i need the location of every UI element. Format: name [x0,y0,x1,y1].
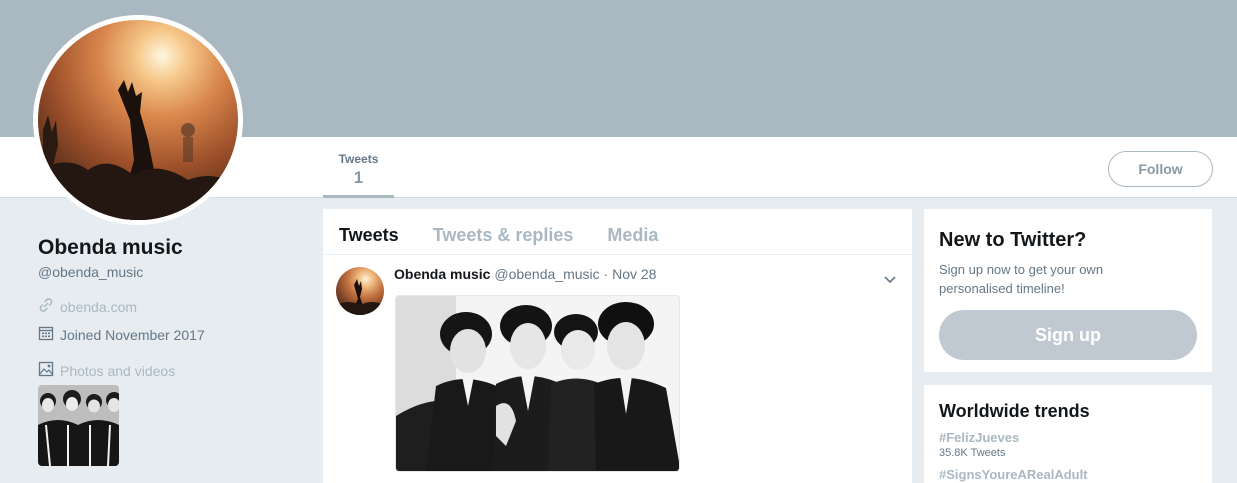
tab-tweets-and-replies[interactable]: Tweets & replies [433,209,574,254]
link-icon [38,297,60,316]
tab-tweets-count[interactable]: Tweets 1 [323,137,394,198]
trends-card: Worldwide trends #FelizJueves 35.8K Twee… [924,385,1212,483]
signup-button[interactable]: Sign up [939,310,1197,360]
chevron-down-icon[interactable] [884,271,896,289]
profile-joined: Joined November 2017 [38,325,205,344]
profile-joined-text: Joined November 2017 [60,326,205,343]
tab-tweets[interactable]: Tweets [339,209,399,254]
tweet-author-name[interactable]: Obenda music [394,266,490,282]
profile-name: Obenda music [38,236,183,259]
profile-website-link[interactable]: obenda.com [60,299,137,315]
tweets-count-value: 1 [353,168,364,187]
photos-and-videos-label[interactable]: Photos and videos [60,363,175,379]
profile-handle[interactable]: @obenda_music [38,264,298,280]
trend-item[interactable]: #SignsYoureARealAdult [939,467,1197,482]
profile-avatar[interactable] [33,15,243,225]
trend-item[interactable]: #FelizJueves 35.8K Tweets [939,430,1197,459]
profile-card: Obenda music @obenda_music [38,236,298,280]
photo-icon [38,361,60,380]
tweet-date[interactable]: · Nov 28 [604,266,657,282]
tweet-avatar[interactable] [336,267,384,315]
trend-tag[interactable]: #SignsYoureARealAdult [939,467,1197,482]
trends-title: Worldwide trends [939,401,1090,421]
signup-card-title: New to Twitter? [939,229,1087,251]
tweet-author-handle[interactable]: @obenda_music [494,266,599,282]
tab-media[interactable]: Media [607,209,658,254]
profile-website[interactable]: obenda.com [38,297,137,316]
tweet-photo[interactable] [395,295,680,472]
photo-thumbnail[interactable] [38,385,119,466]
trend-tag[interactable]: #FelizJueves [939,430,1197,445]
calendar-icon [38,325,60,344]
photos-and-videos-link[interactable]: Photos and videos [38,361,175,380]
timeline-tabs: Tweets Tweets & replies Media [323,209,912,255]
follow-button[interactable]: Follow [1108,151,1213,187]
tweet-header: Obenda music @obenda_music · Nov 28 [394,266,656,282]
tweets-count-label: Tweets [338,152,379,166]
signup-card: New to Twitter? Sign up now to get your … [924,209,1212,372]
timeline: Tweets Tweets & replies Media Obenda mus… [323,209,912,483]
trend-count: 35.8K Tweets [939,447,1006,459]
signup-card-subtitle: Sign up now to get your own personalised… [939,262,1104,296]
